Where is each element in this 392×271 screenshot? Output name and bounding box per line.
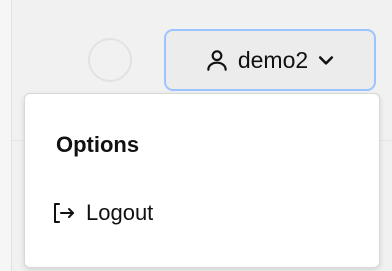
user-menu-label: demo2 — [237, 46, 309, 73]
dropdown-header: Options — [56, 132, 140, 157]
user-menu-button[interactable]: demo2 — [164, 29, 376, 91]
page-left-edge — [0, 0, 12, 271]
loading-spinner — [88, 38, 132, 82]
user-dropdown-menu: Options Logout — [24, 93, 380, 268]
user-icon — [204, 47, 230, 73]
logout-label: Logout — [86, 200, 154, 225]
chevron-down-icon — [316, 50, 336, 70]
logout-icon — [52, 201, 76, 225]
logout-menu-item[interactable]: Logout — [52, 200, 153, 226]
